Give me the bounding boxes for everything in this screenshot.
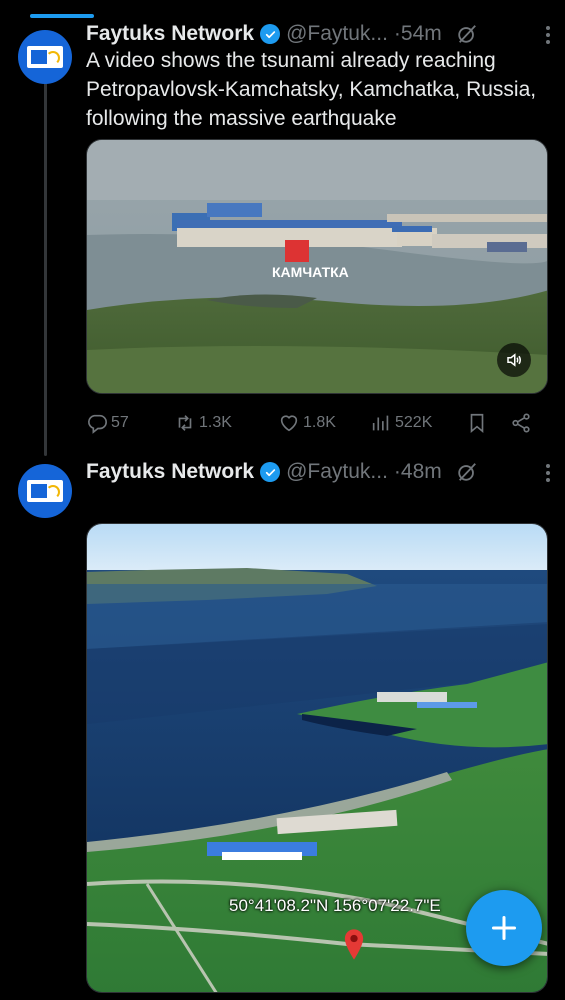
share-button[interactable] [510, 412, 540, 434]
grok-icon[interactable] [456, 23, 478, 45]
reply-count: 57 [111, 414, 129, 431]
sound-icon [507, 353, 521, 367]
repost-icon [178, 415, 192, 431]
verified-badge-icon [260, 24, 281, 44]
avatar[interactable] [18, 464, 72, 518]
reply-button[interactable]: 57 [86, 412, 174, 434]
tweet-header: Faytuks Network @Faytuk... ·48m [86, 456, 547, 488]
timestamp[interactable]: ·48m [394, 460, 442, 484]
more-icon[interactable] [539, 464, 557, 482]
tweet-actions: 57 1.3K 1.8K 522K [86, 408, 547, 438]
bookmark-button[interactable] [466, 412, 510, 434]
like-count: 1.8K [303, 414, 336, 431]
tweet-video[interactable]: КАМЧАТКА [86, 139, 548, 394]
repost-button[interactable]: 1.3K [174, 412, 278, 434]
like-icon [280, 415, 298, 432]
more-icon[interactable] [539, 26, 557, 44]
map-coordinates-label: 50°41'08.2"N 156°07'22.7"E [229, 896, 441, 915]
author-handle[interactable]: @Faytuk... [286, 22, 388, 46]
grok-icon[interactable] [456, 461, 478, 483]
reply-icon [88, 414, 107, 434]
author-handle[interactable]: @Faytuk... [286, 460, 388, 484]
avatar[interactable] [18, 30, 72, 84]
plus-icon [491, 915, 517, 941]
author-name[interactable]: Faytuks Network [86, 22, 254, 46]
map-pin-icon [344, 929, 364, 960]
views-count: 522K [395, 414, 433, 431]
video-watermark: КАМЧАТКА [272, 264, 349, 280]
tweet-text: A video shows the tsunami already reachi… [86, 49, 537, 130]
share-icon [512, 413, 530, 433]
repost-count: 1.3K [199, 414, 232, 431]
faytuks-logo-icon [27, 46, 63, 68]
compose-post-button[interactable] [466, 890, 542, 966]
views-icon [372, 415, 389, 431]
bookmark-icon [470, 413, 484, 434]
sound-toggle-button[interactable] [497, 343, 531, 377]
views-button[interactable]: 522K [370, 412, 466, 434]
like-button[interactable]: 1.8K [278, 412, 370, 434]
faytuks-logo-icon [27, 480, 63, 502]
tsunami-video-frame: КАМЧАТКА [87, 140, 547, 393]
timestamp[interactable]: ·54m [394, 22, 442, 46]
timeline-tab-indicator [30, 14, 94, 18]
author-name[interactable]: Faytuks Network [86, 460, 254, 484]
verified-badge-icon [260, 462, 281, 482]
thread-connector-line [44, 74, 47, 456]
